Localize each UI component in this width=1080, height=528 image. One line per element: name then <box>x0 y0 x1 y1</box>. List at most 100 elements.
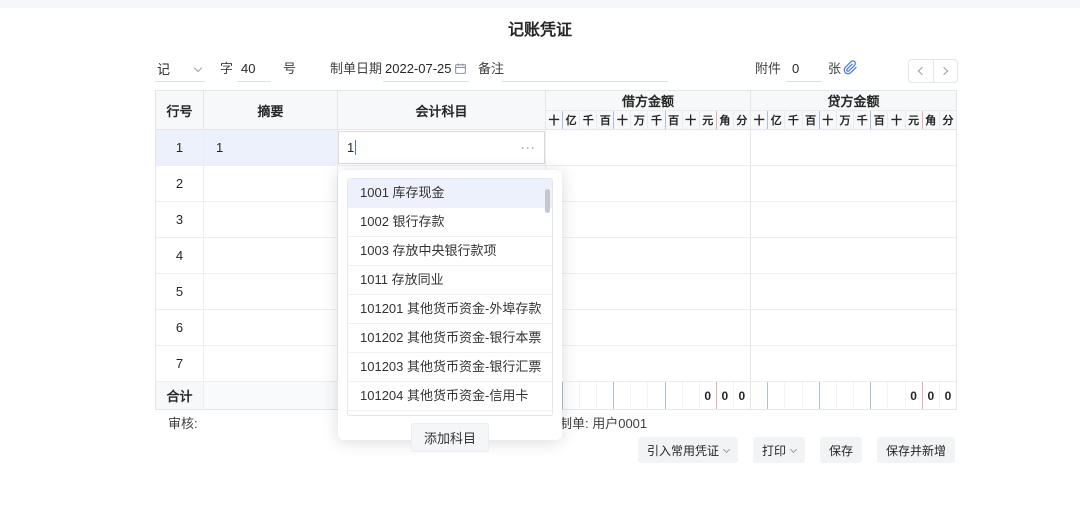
summary-cell[interactable] <box>204 274 338 309</box>
row-number-cell: 6 <box>156 310 204 345</box>
credit-amount-cells[interactable] <box>751 346 956 381</box>
dropdown-item[interactable]: 1011 存放同业 <box>348 266 552 295</box>
total-digit-cell: 0 <box>734 382 750 409</box>
digit-label: 角 <box>923 111 940 129</box>
total-digit-cell: 0 <box>906 382 923 409</box>
print-button[interactable]: 打印 <box>753 437 805 463</box>
chevron-right-icon <box>940 67 948 75</box>
credit-amount-cells[interactable] <box>751 202 956 237</box>
add-account-button[interactable]: 添加科目 <box>411 423 489 452</box>
attachment-unit-label: 张 <box>828 56 841 82</box>
dropdown-item[interactable]: 101201 其他货币资金-外埠存款 <box>348 295 552 324</box>
chevron-down-icon <box>723 445 730 452</box>
zi-label: 字 <box>220 56 233 82</box>
digit-label: 十 <box>546 111 563 129</box>
dropdown-item[interactable]: 101203 其他货币资金-银行汇票 <box>348 353 552 382</box>
hao-label: 号 <box>283 56 296 82</box>
date-input[interactable]: 2022-07-25 <box>383 56 469 82</box>
total-digit-cell <box>785 382 802 409</box>
debit-amount-cells[interactable] <box>546 130 751 165</box>
credit-amount-cells[interactable] <box>751 130 956 165</box>
digit-label: 分 <box>940 111 956 129</box>
dropdown-item[interactable]: 1002 银行存款 <box>348 208 552 237</box>
digit-label: 十 <box>751 111 768 129</box>
debit-amount-cells[interactable] <box>546 274 751 309</box>
note-input[interactable] <box>502 56 668 82</box>
page-title: 记账凭证 <box>0 16 1080 40</box>
total-digit-cell: 0 <box>923 382 940 409</box>
credit-amount-cells[interactable] <box>751 166 956 201</box>
account-dropdown: 1001 库存现金1002 银行存款1003 存放中央银行款项1011 存放同业… <box>338 170 562 440</box>
total-digit-cell: 0 <box>940 382 956 409</box>
summary-cell[interactable]: 1 <box>204 130 338 165</box>
total-digit-cell <box>597 382 614 409</box>
voucher-word-select[interactable]: 记 <box>155 56 205 82</box>
account-input-value: 1 <box>347 140 354 155</box>
voucher-table-header: 行号 摘要 会计科目 借方金额 十亿千百十万千百十元角分 贷方金额 十亿千百十万… <box>156 91 956 130</box>
row-number-cell: 1 <box>156 130 204 165</box>
credit-amount-cells[interactable] <box>751 274 956 309</box>
debit-digit-labels: 十亿千百十万千百十元角分 <box>546 111 750 129</box>
voucher-number-value: 40 <box>241 61 255 76</box>
date-label: 制单日期 <box>330 56 382 82</box>
paperclip-icon[interactable] <box>843 60 858 75</box>
account-cell[interactable]: 1 ··· <box>338 130 546 165</box>
credit-amount-label: 贷方金额 <box>751 91 956 111</box>
digit-label: 千 <box>580 111 597 129</box>
credit-digit-labels: 十亿千百十万千百十元角分 <box>751 111 956 129</box>
dropdown-item[interactable]: 101204 其他货币资金-信用卡 <box>348 382 552 411</box>
digit-label: 百 <box>666 111 683 129</box>
debit-amount-cells[interactable] <box>546 310 751 345</box>
import-template-button[interactable]: 引入常用凭证 <box>638 437 738 463</box>
more-icon[interactable]: ··· <box>521 142 536 154</box>
note-label: 备注 <box>478 56 504 82</box>
creator-label: 制单: 用户0001 <box>559 413 647 432</box>
prev-voucher-button[interactable] <box>909 60 934 82</box>
save-and-new-button[interactable]: 保存并新增 <box>877 437 955 463</box>
digit-label: 分 <box>734 111 750 129</box>
voucher-number-input[interactable]: 40 <box>237 56 271 82</box>
digit-label: 百 <box>871 111 888 129</box>
digit-label: 千 <box>648 111 665 129</box>
total-label: 合计 <box>156 382 204 409</box>
summary-cell[interactable] <box>204 166 338 201</box>
summary-cell[interactable] <box>204 310 338 345</box>
debit-amount-cells[interactable] <box>546 238 751 273</box>
dropdown-item[interactable]: 1001 库存现金 <box>348 179 552 208</box>
chevron-left-icon <box>918 67 926 75</box>
col-header-debit: 借方金额 十亿千百十万千百十元角分 <box>546 91 751 129</box>
total-digit-cell <box>614 382 631 409</box>
total-digit-cell <box>751 382 768 409</box>
debit-amount-cells[interactable] <box>546 202 751 237</box>
summary-cell[interactable] <box>204 202 338 237</box>
digit-label: 万 <box>837 111 854 129</box>
dropdown-item[interactable]: 101202 其他货币资金-银行本票 <box>348 324 552 353</box>
action-buttons: 引入常用凭证打印保存保存并新增 <box>638 437 955 463</box>
digit-label: 十 <box>614 111 631 129</box>
total-digit-cell <box>563 382 580 409</box>
summary-cell[interactable] <box>204 346 338 381</box>
credit-amount-cells[interactable] <box>751 310 956 345</box>
attachment-count-value: 0 <box>792 61 799 76</box>
summary-cell[interactable] <box>204 238 338 273</box>
save-button[interactable]: 保存 <box>820 437 862 463</box>
scrollbar-thumb[interactable] <box>545 189 550 213</box>
attachment-count-input[interactable]: 0 <box>786 56 822 82</box>
total-digit-cell <box>631 382 648 409</box>
total-digit-cell <box>666 382 683 409</box>
calendar-icon <box>454 62 467 75</box>
digit-label: 元 <box>906 111 923 129</box>
account-input[interactable]: 1 ··· <box>338 131 545 164</box>
debit-amount-cells[interactable] <box>546 166 751 201</box>
credit-amount-cells[interactable] <box>751 238 956 273</box>
account-dropdown-list: 1001 库存现金1002 银行存款1003 存放中央银行款项1011 存放同业… <box>347 178 553 416</box>
col-header-account: 会计科目 <box>338 91 546 129</box>
text-caret <box>355 140 356 155</box>
digit-label: 角 <box>717 111 734 129</box>
debit-amount-cells[interactable] <box>546 346 751 381</box>
dropdown-item[interactable]: 1003 存放中央银行款项 <box>348 237 552 266</box>
total-debit-cells: 000 <box>546 382 751 409</box>
next-voucher-button[interactable] <box>934 60 958 82</box>
digit-label: 亿 <box>768 111 785 129</box>
voucher-pager <box>908 59 958 83</box>
